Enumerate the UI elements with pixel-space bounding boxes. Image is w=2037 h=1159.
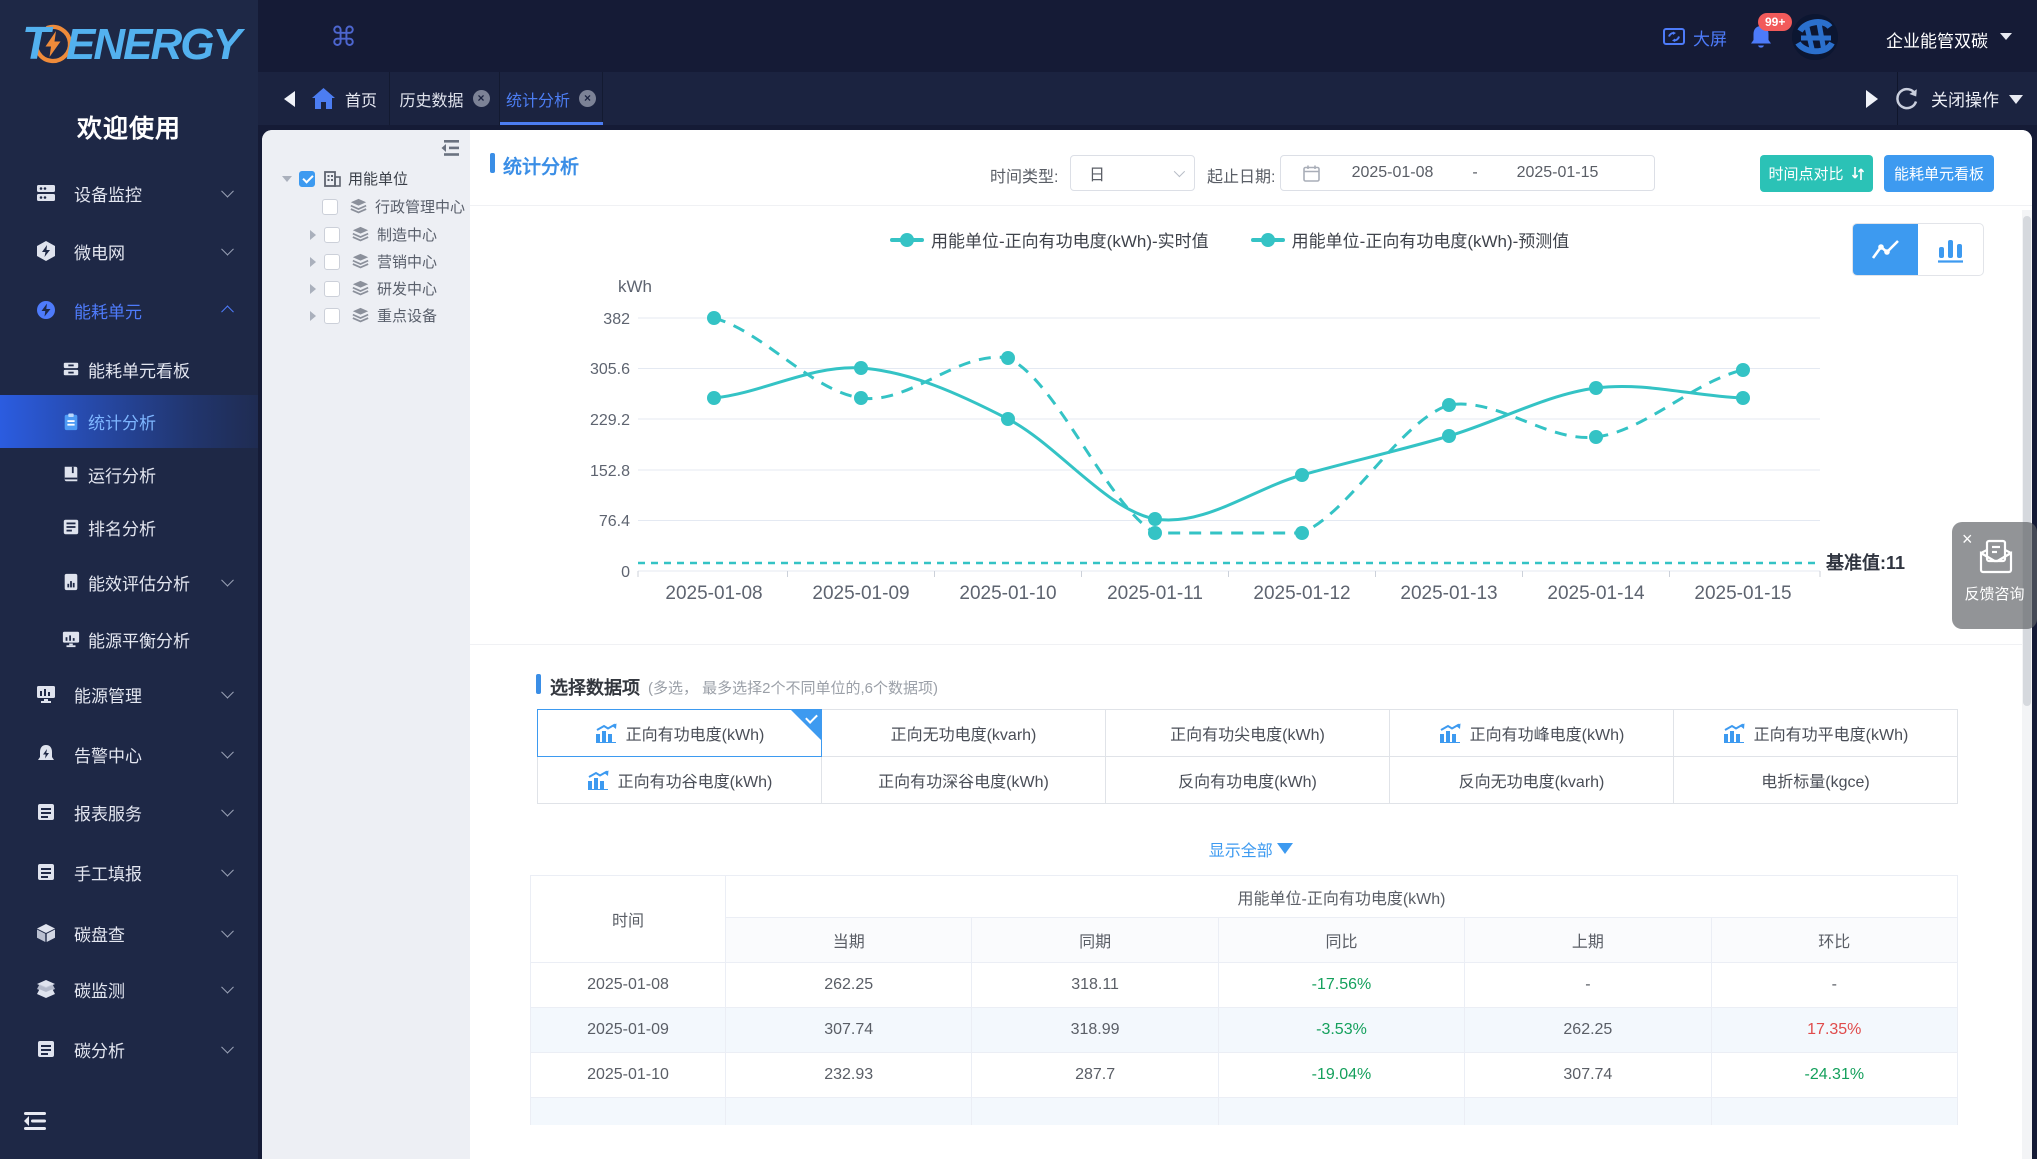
svg-text:基准值:11: 基准值:11 (1825, 552, 1905, 573)
svg-text:2025-01-08: 2025-01-08 (665, 583, 762, 604)
svg-text:229.2: 229.2 (590, 412, 630, 429)
svg-text:305.6: 305.6 (590, 361, 630, 378)
svg-text:152.8: 152.8 (590, 463, 630, 480)
svg-text:2025-01-14: 2025-01-14 (1547, 583, 1645, 604)
svg-text:ENERGY: ENERGY (66, 20, 245, 68)
svg-text:76.4: 76.4 (599, 513, 630, 530)
svg-text:2025-01-10: 2025-01-10 (959, 583, 1056, 604)
svg-text:2025-01-11: 2025-01-11 (1107, 583, 1203, 604)
svg-text:2025-01-09: 2025-01-09 (812, 583, 909, 604)
svg-text:kWh: kWh (618, 277, 652, 296)
svg-text:2025-01-13: 2025-01-13 (1400, 583, 1497, 604)
svg-text:382: 382 (603, 311, 630, 328)
svg-text:0: 0 (621, 564, 630, 581)
svg-text:2025-01-15: 2025-01-15 (1694, 583, 1791, 604)
svg-text:2025-01-12: 2025-01-12 (1253, 583, 1350, 604)
